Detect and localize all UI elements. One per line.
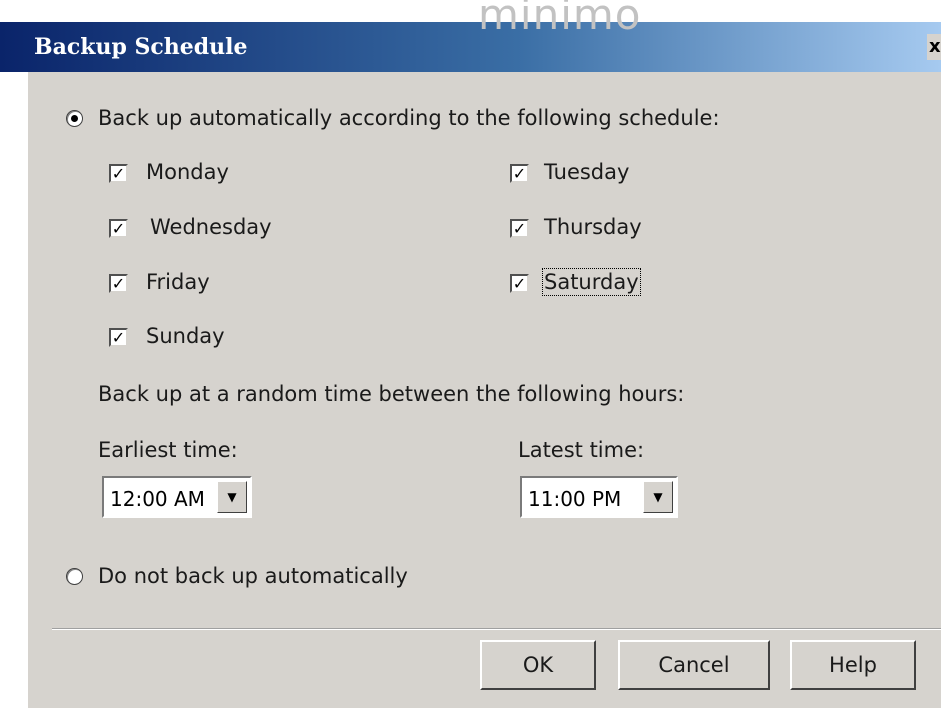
auto-backup-label[interactable]: Back up automatically according to the f…: [98, 106, 720, 130]
sunday-checkbox[interactable]: ✓: [109, 328, 128, 347]
monday-label[interactable]: Monday: [146, 160, 229, 184]
backup-schedule-dialog: Backup Schedule x Back up automatically …: [0, 22, 941, 708]
saturday-label[interactable]: Saturday: [542, 268, 641, 296]
radio-selected-dot: [71, 115, 78, 122]
window-title: Backup Schedule: [34, 34, 248, 60]
sunday-label[interactable]: Sunday: [146, 324, 225, 348]
tuesday-label[interactable]: Tuesday: [544, 160, 629, 184]
earliest-time-dropdown[interactable]: 12:00 AM ▼: [102, 476, 252, 518]
earliest-time-value: 12:00 AM: [110, 487, 205, 511]
monday-checkbox[interactable]: ✓: [109, 164, 128, 183]
help-button[interactable]: Help: [790, 640, 916, 690]
earliest-time-label: Earliest time:: [98, 438, 238, 462]
random-time-label: Back up at a random time between the fol…: [98, 382, 685, 406]
saturday-checkbox[interactable]: ✓: [510, 274, 529, 293]
thursday-checkbox[interactable]: ✓: [510, 219, 529, 238]
title-bar: Backup Schedule x: [0, 22, 941, 72]
latest-time-dropdown[interactable]: 11:00 PM ▼: [520, 476, 678, 518]
no-auto-backup-radio[interactable]: [66, 568, 83, 585]
thursday-label[interactable]: Thursday: [544, 215, 642, 239]
ok-button[interactable]: OK: [480, 640, 596, 690]
no-auto-backup-label[interactable]: Do not back up automatically: [98, 564, 408, 588]
watermark-text: minimo: [478, 0, 642, 39]
tuesday-checkbox[interactable]: ✓: [510, 164, 529, 183]
close-button[interactable]: x: [927, 34, 941, 60]
auto-backup-radio[interactable]: [66, 110, 83, 127]
cancel-button[interactable]: Cancel: [618, 640, 770, 690]
friday-label[interactable]: Friday: [146, 270, 210, 294]
latest-time-value: 11:00 PM: [528, 487, 622, 511]
wednesday-label[interactable]: Wednesday: [150, 215, 272, 239]
chevron-down-icon[interactable]: ▼: [217, 481, 247, 513]
friday-checkbox[interactable]: ✓: [109, 274, 128, 293]
button-separator: [52, 628, 941, 630]
wednesday-checkbox[interactable]: ✓: [109, 219, 128, 238]
chevron-down-icon[interactable]: ▼: [643, 481, 673, 513]
latest-time-label: Latest time:: [518, 438, 645, 462]
